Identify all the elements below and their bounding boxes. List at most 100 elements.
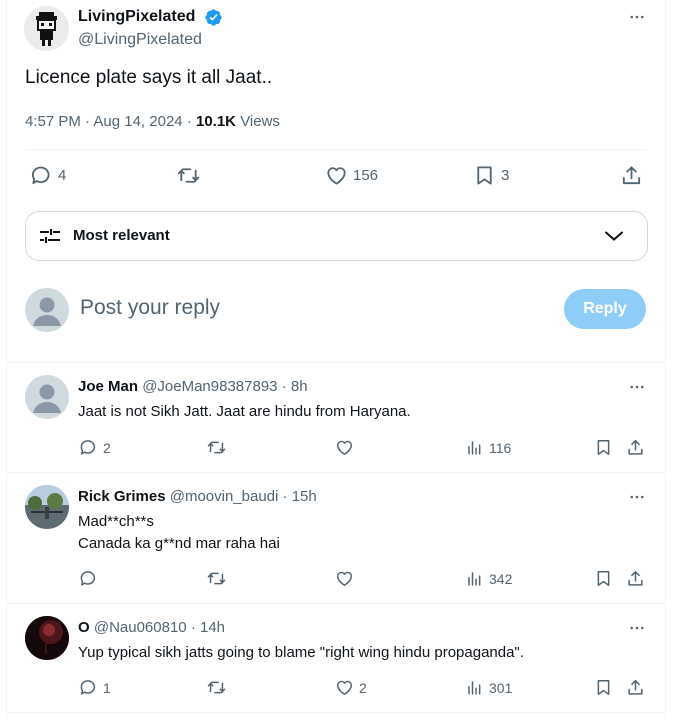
reply-count: 1 bbox=[103, 679, 111, 696]
author-name[interactable]: LivingPixelated bbox=[78, 8, 195, 26]
reply-icon bbox=[31, 166, 50, 185]
repost-icon bbox=[207, 572, 226, 585]
reply-text-line: Canada ka g**nd mar raha hai bbox=[78, 535, 280, 552]
reply-author-handle[interactable]: @JoeMan98387893 bbox=[142, 378, 277, 395]
reply-count: 4 bbox=[58, 167, 67, 184]
bookmark-icon bbox=[477, 166, 492, 185]
repost-icon bbox=[207, 441, 226, 454]
share-icon bbox=[622, 166, 641, 185]
more-options-icon[interactable] bbox=[627, 618, 647, 638]
more-options-icon[interactable] bbox=[627, 7, 647, 27]
share-icon bbox=[628, 440, 643, 455]
like-button[interactable] bbox=[335, 569, 359, 588]
divider bbox=[7, 362, 665, 363]
share-button[interactable] bbox=[626, 678, 645, 697]
tweet-date[interactable]: Aug 14, 2024 bbox=[93, 113, 182, 130]
divider bbox=[7, 712, 665, 713]
repost-button[interactable] bbox=[207, 678, 226, 697]
pixel-avatar-icon bbox=[24, 6, 69, 51]
views-button[interactable]: 301 bbox=[465, 678, 512, 697]
reply-submit-button[interactable]: Reply bbox=[564, 289, 646, 329]
analytics-icon bbox=[468, 441, 481, 455]
views-count: 342 bbox=[489, 570, 513, 587]
current-user-avatar[interactable] bbox=[25, 288, 69, 332]
reply-button[interactable]: 4 bbox=[30, 164, 66, 187]
reply-header: Joe Man @JoeMan98387893 · 8h bbox=[78, 378, 308, 395]
photo-avatar-icon bbox=[25, 616, 69, 660]
like-button[interactable]: 2 bbox=[335, 678, 367, 697]
reply-button[interactable]: 1 bbox=[79, 678, 111, 697]
bookmark-button[interactable] bbox=[594, 438, 613, 457]
like-count: 156 bbox=[353, 167, 379, 184]
author-avatar[interactable] bbox=[24, 6, 69, 51]
share-icon bbox=[628, 571, 643, 586]
tweet-time[interactable]: 4:57 PM bbox=[25, 113, 81, 130]
heart-icon bbox=[327, 167, 346, 185]
reply-author-handle[interactable]: @Nau060810 bbox=[94, 619, 187, 636]
tweet-text: Licence plate says it all Jaat.. bbox=[25, 67, 273, 88]
reply-button[interactable]: 2 bbox=[79, 438, 111, 457]
heart-icon bbox=[337, 571, 352, 586]
bookmark-button[interactable] bbox=[594, 569, 613, 588]
separator-dot: · bbox=[190, 619, 196, 636]
divider bbox=[7, 603, 665, 604]
reply-icon bbox=[80, 440, 96, 455]
reply-count: 2 bbox=[103, 439, 111, 456]
reply-text-line: Mad**ch**s bbox=[78, 513, 154, 530]
share-button[interactable] bbox=[620, 164, 643, 187]
views-label: Views bbox=[240, 113, 280, 130]
reply-icon bbox=[80, 680, 96, 695]
default-avatar-icon bbox=[33, 297, 61, 326]
repost-button[interactable] bbox=[177, 164, 200, 187]
reply-author-handle[interactable]: @moovin_baudi bbox=[170, 488, 279, 505]
reply-avatar[interactable] bbox=[25, 375, 69, 419]
reply-time[interactable]: 8h bbox=[291, 378, 308, 395]
like-button[interactable] bbox=[335, 438, 359, 457]
reply-header: O @Nau060810 · 14h bbox=[78, 619, 225, 636]
repost-icon bbox=[207, 681, 226, 694]
tweet-meta: 4:57 PM · Aug 14, 2024 · 10.1K Views bbox=[25, 113, 280, 130]
repost-button[interactable] bbox=[207, 569, 226, 588]
reply-avatar[interactable] bbox=[25, 485, 69, 529]
views-button[interactable]: 342 bbox=[465, 569, 512, 588]
repost-button[interactable] bbox=[207, 438, 226, 457]
reply-header: Rick Grimes @moovin_baudi · 15h bbox=[78, 488, 317, 505]
reply-author-name[interactable]: O bbox=[78, 619, 90, 636]
reply-input[interactable]: Post your reply bbox=[80, 296, 220, 320]
share-button[interactable] bbox=[626, 569, 645, 588]
repost-icon bbox=[177, 168, 200, 183]
separator-dot: · bbox=[281, 378, 287, 395]
more-options-icon[interactable] bbox=[627, 377, 647, 397]
separator-dot: · bbox=[282, 488, 288, 505]
more-options-icon[interactable] bbox=[627, 487, 647, 507]
reply-author-name[interactable]: Rick Grimes bbox=[78, 488, 166, 505]
views-button[interactable]: 116 bbox=[465, 438, 511, 457]
chevron-down-icon bbox=[605, 231, 623, 241]
reply-avatar[interactable] bbox=[25, 616, 69, 660]
separator-dot: · bbox=[85, 113, 91, 130]
views-count: 301 bbox=[489, 679, 513, 696]
verified-badge-icon bbox=[204, 8, 223, 27]
views-count: 10.1K bbox=[195, 113, 237, 130]
views-count: 116 bbox=[489, 439, 512, 456]
heart-icon bbox=[337, 680, 352, 695]
divider bbox=[25, 149, 647, 150]
like-count: 2 bbox=[359, 679, 367, 696]
author-handle[interactable]: @LivingPixelated bbox=[78, 31, 202, 49]
bookmark-button[interactable] bbox=[594, 678, 613, 697]
like-button[interactable]: 156 bbox=[325, 164, 378, 187]
divider bbox=[7, 472, 665, 473]
heart-icon bbox=[337, 440, 352, 455]
sort-dropdown[interactable]: Most relevant bbox=[25, 211, 648, 261]
bookmark-count: 3 bbox=[501, 167, 510, 184]
reply-button[interactable] bbox=[79, 569, 103, 588]
reply-time[interactable]: 14h bbox=[200, 619, 225, 636]
bookmark-button[interactable]: 3 bbox=[473, 164, 509, 187]
share-button[interactable] bbox=[626, 438, 645, 457]
reply-time[interactable]: 15h bbox=[292, 488, 317, 505]
reply-text: Yup typical sikh jatts going to blame "r… bbox=[78, 644, 524, 661]
separator-dot: · bbox=[186, 113, 192, 130]
share-icon bbox=[628, 680, 643, 695]
reply-author-name[interactable]: Joe Man bbox=[78, 378, 138, 395]
bookmark-icon bbox=[597, 440, 610, 455]
